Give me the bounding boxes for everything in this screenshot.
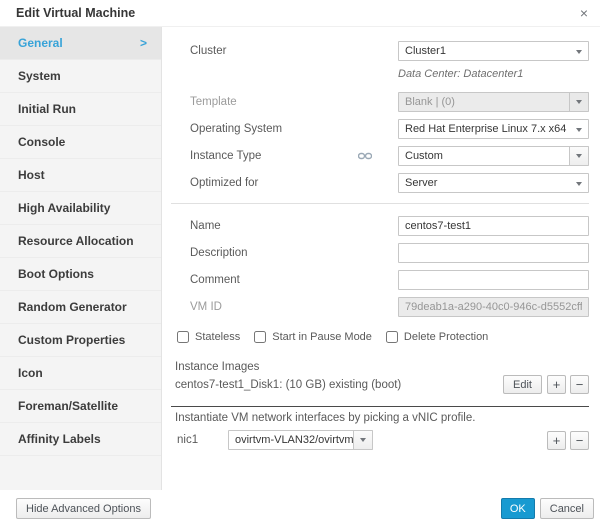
- sidebar-item-label: Console: [18, 135, 66, 149]
- optimized-for-label: Optimized for: [190, 177, 259, 189]
- instance-type-label: Instance Type: [190, 150, 398, 162]
- sidebar-item-label: Affinity Labels: [18, 432, 101, 446]
- template-value: Blank | (0): [398, 92, 570, 112]
- cancel-button[interactable]: Cancel: [539, 498, 594, 519]
- sidebar-item-high-availability[interactable]: High Availability: [0, 192, 161, 225]
- edit-vm-dialog: Edit Virtual Machine × General > System …: [0, 0, 600, 523]
- optimized-for-select[interactable]: Server: [398, 173, 589, 193]
- comment-input[interactable]: [398, 270, 589, 290]
- checkbox-input[interactable]: [177, 331, 189, 343]
- chevron-down-icon: [576, 100, 582, 104]
- template-label: Template: [190, 96, 237, 108]
- vnic-section-divider: [171, 406, 589, 407]
- start-in-pause-mode-checkbox[interactable]: Start in Pause Mode: [254, 331, 372, 343]
- sidebar-item-label: System: [18, 69, 61, 83]
- chevron-down-icon: [360, 438, 366, 442]
- remove-disk-button[interactable]: −: [570, 375, 589, 394]
- nic1-profile-combo[interactable]: ovirtvm-VLAN32/ovirtvm-VLAN32: [228, 430, 373, 450]
- sidebar-item-label: Custom Properties: [18, 333, 126, 347]
- checkbox-input[interactable]: [385, 331, 398, 343]
- instance-images-heading: Instance Images: [175, 361, 260, 373]
- name-input[interactable]: [398, 216, 589, 236]
- close-icon[interactable]: ×: [580, 6, 588, 20]
- sidebar-item-initial-run[interactable]: Initial Run: [0, 93, 161, 126]
- sidebar-item-resource-allocation[interactable]: Resource Allocation: [0, 225, 161, 258]
- nic1-profile-value[interactable]: ovirtvm-VLAN32/ovirtvm-VLAN32: [228, 430, 354, 450]
- description-input[interactable]: [398, 243, 589, 263]
- checkbox-input[interactable]: [254, 331, 267, 343]
- nic1-label: nic1: [177, 434, 199, 446]
- dropdown-chevron-button: [570, 92, 589, 112]
- add-nic-button[interactable]: +: [547, 430, 566, 450]
- unlink-chain-icon: [358, 152, 372, 160]
- hide-advanced-options-button[interactable]: Hide Advanced Options: [16, 498, 151, 519]
- chevron-down-icon: [576, 154, 582, 158]
- disk-entry: centos7-test1_Disk1: (10 GB) existing (b…: [175, 378, 402, 391]
- sidebar-item-label: Resource Allocation: [18, 234, 134, 248]
- dialog-header: Edit Virtual Machine ×: [0, 0, 600, 27]
- sidebar-item-affinity-labels[interactable]: Affinity Labels: [0, 423, 161, 456]
- dialog-footer: Hide Advanced Options OK Cancel: [0, 490, 600, 523]
- cluster-select[interactable]: Cluster1: [398, 41, 589, 61]
- instance-type-value[interactable]: Custom: [398, 146, 570, 166]
- dropdown-chevron-button[interactable]: [570, 146, 589, 166]
- operating-system-select[interactable]: Red Hat Enterprise Linux 7.x x64: [398, 119, 589, 139]
- sidebar-item-label: High Availability: [18, 201, 111, 215]
- name-label: Name: [190, 220, 221, 232]
- sidebar-item-foreman-satellite[interactable]: Foreman/Satellite: [0, 390, 161, 423]
- sidebar-item-label: Foreman/Satellite: [18, 399, 119, 413]
- ok-button[interactable]: OK: [500, 498, 535, 519]
- add-disk-button[interactable]: +: [547, 375, 566, 394]
- instance-type-combo[interactable]: Custom: [398, 146, 589, 166]
- template-combo: Blank | (0): [398, 92, 589, 112]
- comment-label: Comment: [190, 274, 240, 286]
- sidebar-item-random-generator[interactable]: Random Generator: [0, 291, 161, 324]
- sidebar-item-system[interactable]: System: [0, 60, 161, 93]
- vm-id-input: [398, 297, 589, 317]
- chevron-right-icon: >: [139, 36, 147, 50]
- edit-disk-button[interactable]: Edit: [503, 375, 542, 394]
- datacenter-note: Data Center: Datacenter1: [398, 68, 524, 80]
- sidebar-item-label: Boot Options: [18, 267, 94, 281]
- section-divider: [171, 203, 589, 204]
- vnic-instruction: Instantiate VM network interfaces by pic…: [175, 412, 476, 424]
- sidebar-item-host[interactable]: Host: [0, 159, 161, 192]
- sidebar-item-boot-options[interactable]: Boot Options: [0, 258, 161, 291]
- description-label: Description: [190, 247, 248, 259]
- sidebar-item-label: Icon: [18, 366, 43, 380]
- sidebar-item-label: Initial Run: [18, 102, 76, 116]
- remove-nic-button[interactable]: −: [570, 430, 589, 450]
- cluster-label: Cluster: [190, 45, 227, 57]
- operating-system-label: Operating System: [190, 123, 283, 135]
- stateless-checkbox[interactable]: Stateless: [177, 331, 240, 343]
- general-panel: Cluster Cluster1 Data Center: Datacenter…: [162, 27, 600, 490]
- chevron-down-icon: [576, 50, 582, 54]
- chevron-down-icon: [576, 128, 582, 132]
- sidebar-item-label: Host: [18, 168, 45, 182]
- dialog-title: Edit Virtual Machine: [16, 6, 136, 20]
- dropdown-chevron-button[interactable]: [354, 430, 373, 450]
- sidebar-item-label: Random Generator: [18, 300, 127, 314]
- sidebar-item-custom-properties[interactable]: Custom Properties: [0, 324, 161, 357]
- delete-protection-checkbox[interactable]: Delete Protection: [385, 331, 488, 343]
- sidebar-item-general[interactable]: General >: [0, 27, 161, 60]
- sidebar-item-label: General: [18, 36, 63, 50]
- vm-id-label: VM ID: [190, 301, 222, 313]
- chevron-down-icon: [576, 182, 582, 186]
- sidebar-item-icon[interactable]: Icon: [0, 357, 161, 390]
- sidebar-item-console[interactable]: Console: [0, 126, 161, 159]
- sidebar: General > System Initial Run Console Hos…: [0, 27, 162, 490]
